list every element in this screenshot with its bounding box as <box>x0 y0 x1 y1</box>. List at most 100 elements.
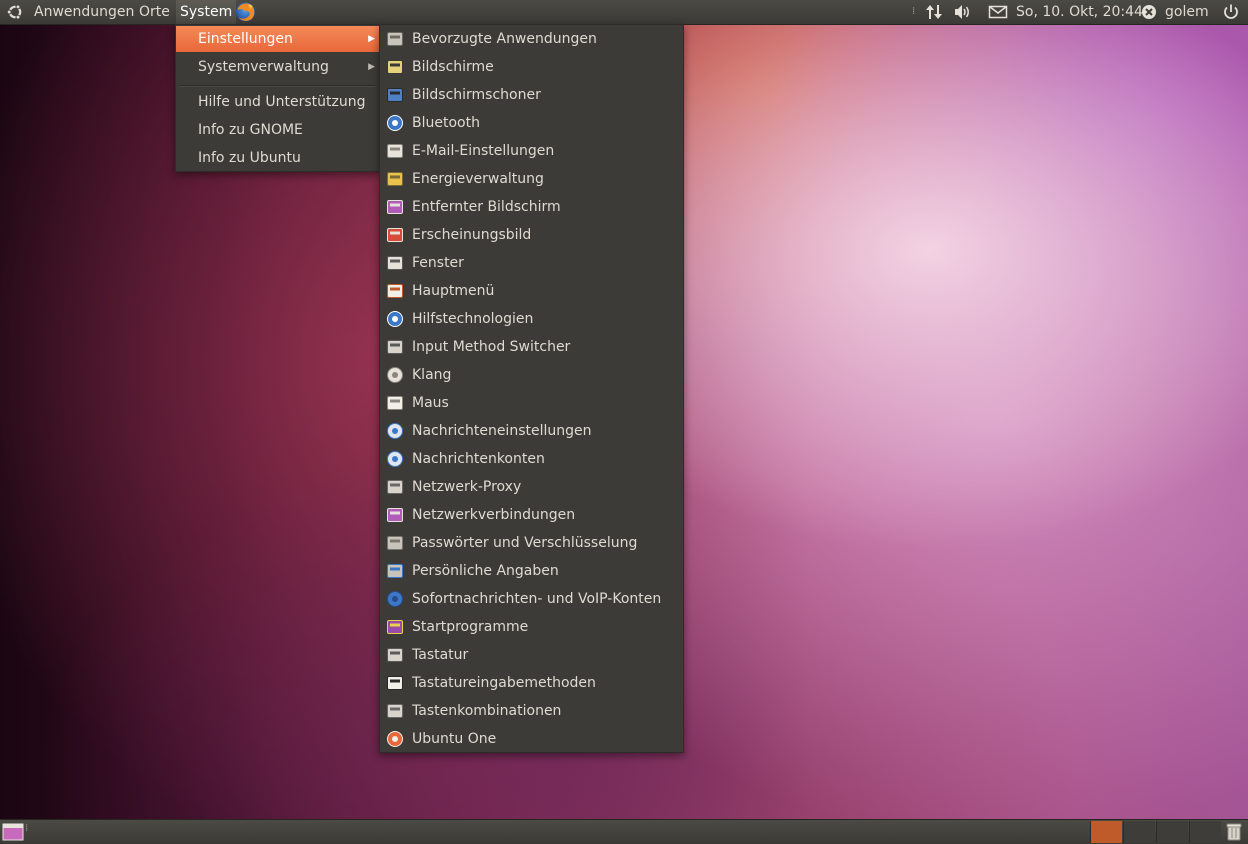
submenu-item-label: Netzwerkverbindungen <box>412 507 576 523</box>
submenu-item[interactable]: Passwörter und Verschlüsselung <box>381 530 682 556</box>
submenu-item[interactable]: Klang <box>381 362 682 388</box>
menu-system[interactable]: System <box>176 0 237 24</box>
submenu-item-label: Erscheinungsbild <box>412 227 532 243</box>
preferred-apps-icon <box>387 32 403 46</box>
show-desktop-icon[interactable] <box>2 823 24 841</box>
submenu-item[interactable]: Tastatureingabemethoden <box>381 670 682 696</box>
submenu-item[interactable]: Netzwerkverbindungen <box>381 502 682 528</box>
submenu-item-label: Passwörter und Verschlüsselung <box>412 535 638 551</box>
user-name[interactable]: golem <box>1165 0 1209 24</box>
submenu-item[interactable]: Nachrichtenkonten <box>381 446 682 472</box>
submenu-item-label: Ubuntu One <box>412 731 497 747</box>
system-menu: Einstellungen ▶ Systemverwaltung ▶ Hilfe… <box>175 24 380 172</box>
mail-icon[interactable] <box>988 3 1008 21</box>
network-icon[interactable] <box>925 3 943 21</box>
submenu-item-label: Input Method Switcher <box>412 339 571 355</box>
menu-item-label: Info zu GNOME <box>198 122 303 138</box>
bottom-panel: ⁞ <box>0 819 1248 844</box>
einstellungen-submenu: Bevorzugte Anwendungen Bildschirme Bildsch… <box>379 24 684 753</box>
submenu-item-label: E-Mail-Einstellungen <box>412 143 555 159</box>
menu-item-label: Info zu Ubuntu <box>198 150 301 166</box>
submenu-item[interactable]: Bildschirme <box>381 54 682 80</box>
submenu-item[interactable]: Bluetooth <box>381 110 682 136</box>
submenu-item-label: Hilfstechnologien <box>412 311 534 327</box>
menu-item-info-gnome[interactable]: Info zu GNOME <box>176 117 379 143</box>
menu-item-label: Einstellungen <box>198 31 293 47</box>
menu-item-label: Systemverwaltung <box>198 59 329 75</box>
submenu-arrow-icon: ▶ <box>368 34 375 44</box>
submenu-item-label: Nachrichtenkonten <box>412 451 545 467</box>
network-connections-icon <box>387 508 403 522</box>
submenu-arrow-icon: ▶ <box>368 62 375 72</box>
workspace-3[interactable] <box>1156 821 1188 843</box>
submenu-item-label: Bevorzugte Anwendungen <box>412 31 597 47</box>
submenu-item-label: Hauptmenü <box>412 283 495 299</box>
startup-apps-icon <box>387 620 403 634</box>
submenu-item-label: Tastatur <box>412 647 469 663</box>
submenu-item[interactable]: Entfernter Bildschirm <box>381 194 682 220</box>
clock[interactable]: So, 10. Okt, 20:44 <box>1016 0 1143 24</box>
main-menu-icon <box>387 284 403 298</box>
remote-desktop-icon <box>387 200 403 214</box>
submenu-item-label: Maus <box>412 395 449 411</box>
ubuntu-logo-icon[interactable] <box>6 3 24 21</box>
submenu-item[interactable]: Netzwerk-Proxy <box>381 474 682 500</box>
menu-item-info-ubuntu[interactable]: Info zu Ubuntu <box>176 145 379 171</box>
keyboard-icon <box>387 340 403 354</box>
submenu-item[interactable]: Erscheinungsbild <box>381 222 682 248</box>
submenu-item-label: Entfernter Bildschirm <box>412 199 561 215</box>
submenu-item-label: Tastenkombinationen <box>412 703 562 719</box>
trash-icon[interactable] <box>1224 822 1244 842</box>
submenu-item[interactable]: Startprogramme <box>381 614 682 640</box>
submenu-item-label: Startprogramme <box>412 619 529 635</box>
submenu-item-label: Nachrichteneinstellungen <box>412 423 592 439</box>
menu-item-einstellungen[interactable]: Einstellungen ▶ <box>176 26 379 52</box>
submenu-item[interactable]: E-Mail-Einstellungen <box>381 138 682 164</box>
submenu-item[interactable]: Sofortnachrichten- und VoIP-Konten <box>381 586 682 612</box>
submenu-item[interactable]: Ubuntu One <box>381 726 682 752</box>
submenu-item[interactable]: Fenster <box>381 250 682 276</box>
submenu-item[interactable]: Bildschirmschoner <box>381 82 682 108</box>
submenu-item[interactable]: Bevorzugte Anwendungen <box>381 26 682 52</box>
mouse-icon <box>387 396 403 410</box>
power-icon[interactable] <box>1222 3 1240 21</box>
submenu-item[interactable]: Maus <box>381 390 682 416</box>
messaging-icon <box>387 423 403 439</box>
menu-item-systemverwaltung[interactable]: Systemverwaltung ▶ <box>176 54 379 80</box>
input-methods-icon <box>387 676 403 690</box>
windows-icon <box>387 256 403 270</box>
submenu-item[interactable]: Energieverwaltung <box>381 166 682 192</box>
firefox-icon[interactable] <box>234 1 257 23</box>
menu-separator <box>180 85 375 87</box>
submenu-item[interactable]: Input Method Switcher <box>381 334 682 360</box>
menu-item-hilfe[interactable]: Hilfe und Unterstützung <box>176 89 379 115</box>
submenu-item[interactable]: Tastatur <box>381 642 682 668</box>
submenu-item-label: Klang <box>412 367 452 383</box>
submenu-item[interactable]: Nachrichteneinstellungen <box>381 418 682 444</box>
workspace-4[interactable] <box>1189 821 1221 843</box>
volume-icon[interactable] <box>953 3 973 21</box>
workspace-2[interactable] <box>1123 821 1155 843</box>
user-status-icon[interactable] <box>1141 3 1157 21</box>
submenu-item-label: Fenster <box>412 255 464 271</box>
keyboard-icon <box>387 648 403 662</box>
power-management-icon <box>387 172 403 186</box>
mail-settings-icon <box>387 144 403 158</box>
keys-icon <box>387 536 403 550</box>
messaging-accounts-icon <box>387 451 403 467</box>
network-proxy-icon <box>387 480 403 494</box>
top-panel: Anwendungen Orte System ⁞ So, 10. Okt, 2… <box>0 0 1248 25</box>
bluetooth-icon <box>387 115 403 131</box>
submenu-item-label: Persönliche Angaben <box>412 563 559 579</box>
submenu-item-label: Bildschirme <box>412 59 494 75</box>
submenu-item[interactable]: Tastenkombinationen <box>381 698 682 724</box>
submenu-item[interactable]: Hilfstechnologien <box>381 306 682 332</box>
workspace-1[interactable] <box>1090 821 1122 843</box>
menu-anwendungen[interactable]: Anwendungen <box>34 0 134 24</box>
im-accounts-icon <box>387 591 403 607</box>
submenu-item-label: Tastatureingabemethoden <box>412 675 596 691</box>
submenu-item[interactable]: Persönliche Angaben <box>381 558 682 584</box>
menu-orte[interactable]: Orte <box>139 0 170 24</box>
submenu-item-label: Netzwerk-Proxy <box>412 479 522 495</box>
submenu-item[interactable]: Hauptmenü <box>381 278 682 304</box>
